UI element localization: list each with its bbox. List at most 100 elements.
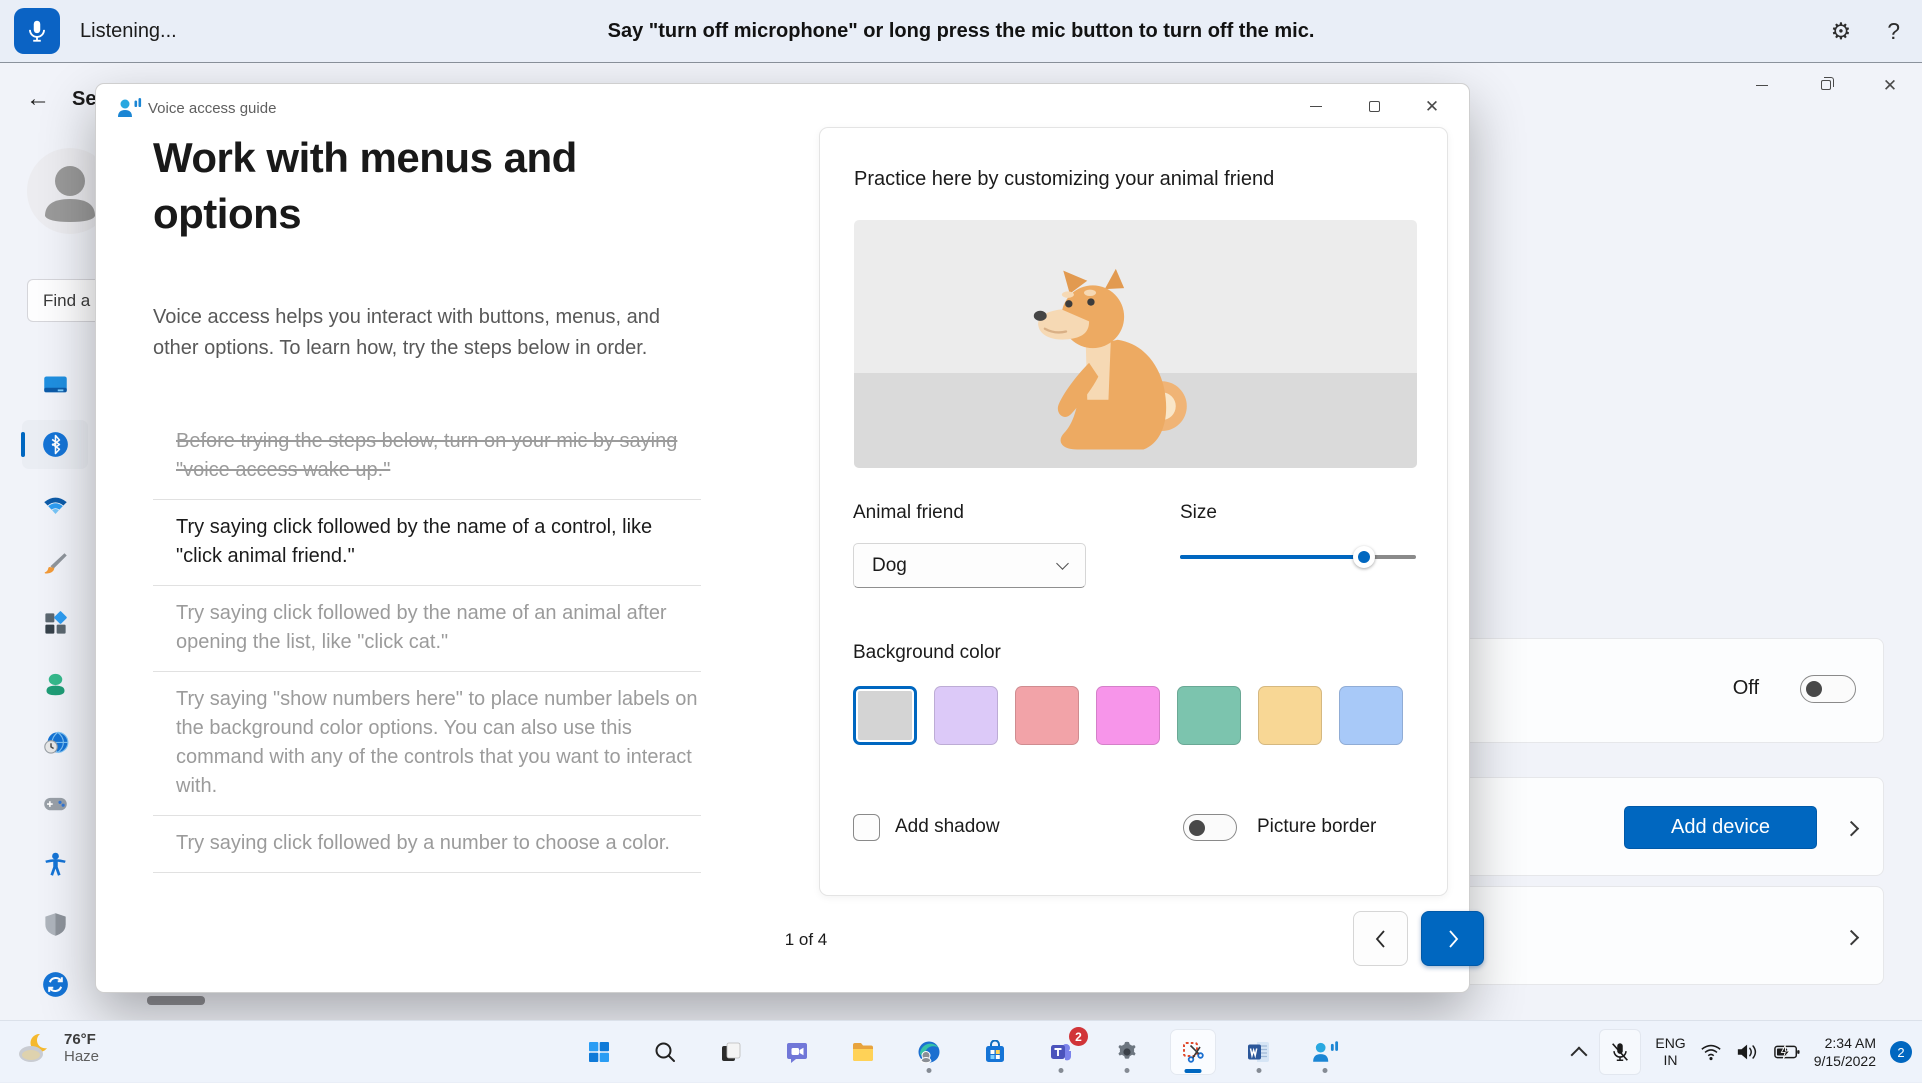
store-icon [983,1040,1007,1064]
teams-icon [1049,1040,1073,1064]
background-color-swatches [853,686,1403,745]
chevron-left-icon [1373,928,1389,950]
weather-temp: 76°F [64,1031,99,1048]
previous-page-button[interactable] [1353,911,1408,966]
edge-button[interactable] [906,1029,952,1075]
search-button[interactable] [642,1029,688,1075]
weather-widget[interactable]: 76°F Haze [14,1028,99,1068]
obscured-text-fragment [147,996,205,1005]
speaker-icon[interactable] [1736,1042,1760,1062]
chevron-right-icon[interactable] [1844,820,1860,836]
notification-count-badge[interactable]: 2 [1890,1041,1912,1063]
settings-window-controls: ✕ [1730,63,1922,107]
tray-mic-muted[interactable] [1599,1029,1641,1075]
taskbar: 76°F Haze [0,1020,1922,1082]
minimize-icon[interactable] [1287,86,1345,126]
system-tray: ENG IN 2:34 AM 9/15/2022 2 [1573,1021,1912,1083]
step-item: Before trying the steps below, turn on y… [153,414,701,500]
restore-icon[interactable] [1794,63,1858,107]
chevron-up-icon[interactable] [1571,1047,1588,1064]
start-button[interactable] [576,1029,622,1075]
weather-condition: Haze [64,1048,99,1065]
sidebar-item-windows-update[interactable] [42,971,69,998]
step-item: Try saying click followed by a number to… [153,816,701,873]
chat-button[interactable] [774,1029,820,1075]
close-icon[interactable]: ✕ [1858,63,1922,107]
teams-button[interactable]: 2 [1038,1029,1084,1075]
voice-access-button[interactable] [1302,1029,1348,1075]
voice-access-guide-dialog: Voice access guide ✕ Work with menus and… [95,83,1470,993]
battery-charging-icon[interactable] [1774,1043,1800,1061]
voicebar-hint: Say "turn off microphone" or long press … [0,0,1922,62]
tray-date: 9/15/2022 [1814,1052,1876,1070]
file-explorer-button[interactable] [840,1029,886,1075]
size-slider-thumb[interactable] [1353,546,1375,568]
sidebar-item-gaming[interactable] [42,790,69,817]
snipping-tool-button[interactable] [1170,1029,1216,1075]
sidebar-item-accounts[interactable] [42,671,69,698]
sidebar-item-accessibility[interactable] [42,851,69,878]
color-swatch-lavender[interactable] [934,686,998,745]
language-line1: ENG [1655,1035,1685,1052]
wifi-icon[interactable] [1700,1042,1722,1062]
color-swatch-magenta[interactable] [1096,686,1160,745]
color-swatch-blue[interactable] [1339,686,1403,745]
voice-access-bar: Listening... Say "turn off microphone" o… [0,0,1922,62]
add-shadow-checkbox[interactable] [853,814,880,841]
background-color-label: Background color [853,642,1001,664]
sidebar-item-network[interactable] [42,492,69,519]
animal-preview [854,220,1417,468]
animal-friend-value: Dog [872,555,907,577]
page-title: Work with menus and options [153,130,733,242]
chevron-down-icon [1056,557,1069,570]
help-icon[interactable]: ? [1887,18,1900,45]
color-swatch-teal[interactable] [1177,686,1241,745]
size-slider[interactable] [1180,546,1416,568]
color-swatch-peach[interactable] [1258,686,1322,745]
minimize-icon[interactable] [1730,63,1794,107]
chat-icon [785,1040,809,1064]
sidebar-item-bluetooth-devices[interactable] [42,431,69,458]
animal-friend-label: Animal friend [853,502,964,524]
microphone-muted-icon [1609,1041,1631,1063]
sidebar-item-system[interactable] [42,372,69,399]
chevron-right-icon[interactable] [1844,929,1860,945]
voice-access-icon [116,96,142,120]
dialog-title: Voice access guide [148,100,276,117]
sidebar-item-time-language[interactable] [42,730,69,757]
color-swatch-salmon[interactable] [1015,686,1079,745]
pagination-status: 1 of 4 [756,930,856,950]
settings-button[interactable] [1104,1029,1150,1075]
close-icon[interactable]: ✕ [1403,86,1461,126]
snipping-tool-icon [1181,1040,1205,1064]
language-indicator[interactable]: ENG IN [1655,1035,1685,1069]
word-button[interactable] [1236,1029,1282,1075]
tray-time: 2:34 AM [1814,1034,1876,1052]
animal-friend-select[interactable]: Dog [853,543,1086,588]
color-swatch-gray[interactable] [853,686,917,745]
practice-title: Practice here by customizing your animal… [854,168,1274,191]
picture-border-toggle[interactable] [1183,814,1237,841]
clock[interactable]: 2:34 AM 9/15/2022 [1814,1034,1876,1070]
next-page-button[interactable] [1421,911,1484,966]
maximize-icon[interactable] [1345,86,1403,126]
sidebar-item-privacy-security[interactable] [42,911,69,938]
practice-card: Practice here by customizing your animal… [819,127,1448,896]
steps-list: Before trying the steps below, turn on y… [153,414,701,873]
size-label: Size [1180,502,1217,524]
gear-icon[interactable]: ⚙ [1831,18,1852,45]
sidebar-item-apps[interactable] [42,610,69,637]
store-button[interactable] [972,1029,1018,1075]
add-device-button[interactable]: Add device [1624,806,1817,849]
word-icon [1247,1040,1271,1064]
dog-image [996,268,1208,454]
step-item: Try saying click followed by the name of… [153,500,701,586]
back-arrow-icon[interactable]: ← [26,85,50,113]
bluetooth-toggle[interactable] [1800,675,1856,703]
gear-icon [1115,1040,1139,1064]
task-view-button[interactable] [708,1029,754,1075]
step-item: Try saying click followed by the name of… [153,586,701,672]
sidebar-item-personalization[interactable] [42,551,69,578]
voice-access-icon [1311,1039,1339,1065]
sidebar-selected-indicator [21,432,25,457]
